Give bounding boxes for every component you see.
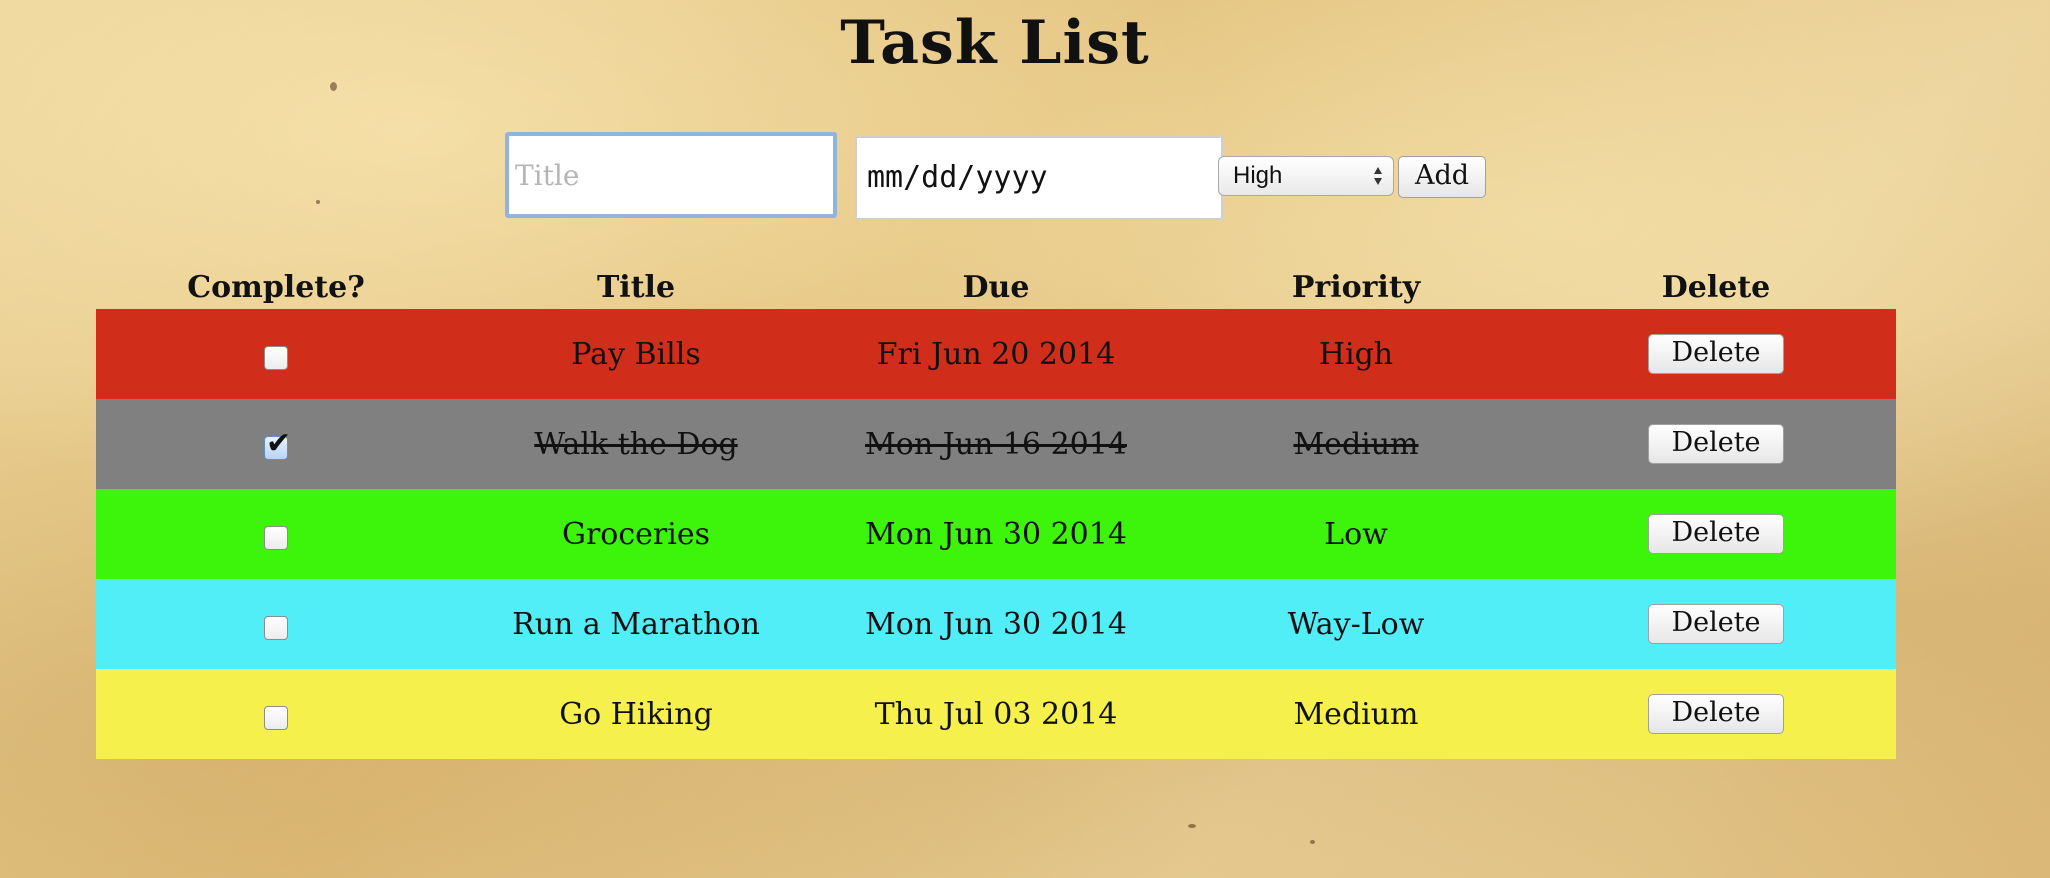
delete-button[interactable]: Delete xyxy=(1648,334,1784,374)
task-priority: Medium xyxy=(1293,696,1419,732)
due-date-input[interactable]: mm/dd/yyyy xyxy=(855,136,1223,220)
task-title: Run a Marathon xyxy=(512,606,760,642)
title-input[interactable] xyxy=(505,132,837,218)
complete-checkbox[interactable] xyxy=(264,345,288,370)
priority-select[interactable]: High xyxy=(1218,156,1394,196)
delete-button[interactable]: Delete xyxy=(1648,604,1784,644)
header-delete: Delete xyxy=(1661,269,1771,305)
paper-speck xyxy=(330,82,337,91)
table-row: Groceries Mon Jun 30 2014 Low Delete xyxy=(96,489,1896,579)
table-row: Run a Marathon Mon Jun 30 2014 Way-Low D… xyxy=(96,579,1896,669)
table-row: Pay Bills Fri Jun 20 2014 High Delete xyxy=(96,309,1896,399)
header-due: Due xyxy=(962,269,1030,305)
page-title: Task List xyxy=(840,8,1150,78)
task-priority: High xyxy=(1318,336,1394,372)
task-priority: Way-Low xyxy=(1287,606,1425,642)
table-row: Go Hiking Thu Jul 03 2014 Medium Delete xyxy=(96,669,1896,759)
complete-checkbox[interactable] xyxy=(264,525,288,550)
complete-checkbox[interactable] xyxy=(264,705,288,730)
table-header-row: Complete? Title Due Priority Delete xyxy=(96,265,1896,309)
task-title: Pay Bills xyxy=(571,336,701,372)
due-date-placeholder: mm/dd/yyyy xyxy=(867,160,1048,195)
task-due: Mon Jun 16 2014 xyxy=(865,426,1127,462)
task-due: Mon Jun 30 2014 xyxy=(865,516,1127,552)
task-title: Go Hiking xyxy=(559,696,713,732)
task-due: Fri Jun 20 2014 xyxy=(876,336,1116,372)
complete-checkbox[interactable] xyxy=(264,615,288,640)
task-priority: Medium xyxy=(1293,426,1419,462)
delete-button[interactable]: Delete xyxy=(1648,514,1784,554)
delete-button[interactable]: Delete xyxy=(1648,424,1784,464)
task-title: Walk the Dog xyxy=(534,426,738,462)
delete-button[interactable]: Delete xyxy=(1648,694,1784,734)
checkmark-icon: ✔ xyxy=(266,425,292,461)
add-button[interactable]: Add xyxy=(1398,156,1486,198)
task-table: Complete? Title Due Priority Delete Pay … xyxy=(96,265,1896,759)
task-priority: Low xyxy=(1324,516,1388,552)
table-row: ✔ Walk the Dog Mon Jun 16 2014 Medium De… xyxy=(96,399,1896,489)
task-due: Thu Jul 03 2014 xyxy=(874,696,1118,732)
header-title: Title xyxy=(596,269,676,305)
select-arrows-icon xyxy=(1374,167,1382,185)
task-title: Groceries xyxy=(561,516,710,552)
header-complete: Complete? xyxy=(187,269,365,305)
priority-select-value: High xyxy=(1233,162,1283,189)
header-priority: Priority xyxy=(1291,269,1421,305)
paper-speck xyxy=(316,200,320,204)
task-due: Mon Jun 30 2014 xyxy=(865,606,1127,642)
complete-checkbox[interactable]: ✔ xyxy=(264,428,291,460)
paper-speck xyxy=(1310,840,1315,844)
paper-speck xyxy=(1188,824,1196,828)
